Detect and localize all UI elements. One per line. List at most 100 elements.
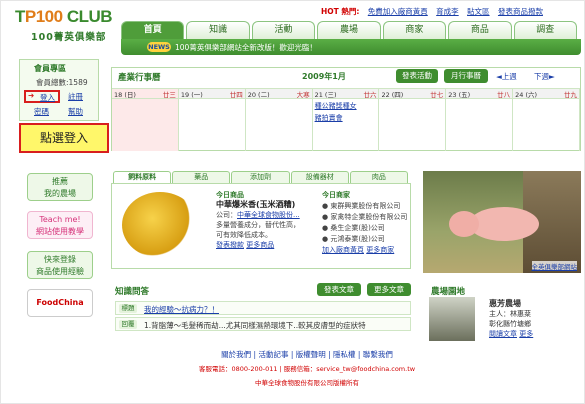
calendar-day: 18 (日) 廿三 — [112, 89, 179, 99]
company-label: 公司： — [216, 211, 237, 219]
banner-line: 網站使用教學 — [36, 227, 84, 236]
join-vendor-link[interactable]: 加入廠商黃頁 — [322, 246, 364, 254]
top-link-incubator[interactable]: 育成李 — [436, 7, 459, 16]
post-payment-link[interactable]: 發表撥款 — [216, 241, 244, 249]
more-products-link[interactable]: 更多商品 — [246, 241, 274, 249]
forgot-password-link[interactable]: 密碼 — [34, 106, 49, 117]
banner-line: 商品使用經驗 — [36, 267, 84, 276]
qa-question-link[interactable]: 我的經驗～抗病力？！ — [144, 304, 219, 315]
tab-meat[interactable]: 肉品 — [349, 171, 409, 183]
member-row-1: ➜ 登入 註冊 — [24, 90, 100, 103]
qa-question-row: 標題 我的經驗～抗病力？！ — [115, 301, 411, 315]
today-vendors: 今日商家 ● 東群興業股份有限公司 ● 家禽特企業股份有限公司 ● 桑生企業(股… — [322, 190, 410, 256]
register-link[interactable]: 註冊 — [68, 91, 83, 102]
vendor-item[interactable]: ● 桑生企業(股)公司 — [322, 223, 410, 234]
next-week-link[interactable]: 下週► — [534, 71, 555, 82]
site-logo[interactable]: TP100 CLUB 100菁英俱樂部 — [15, 7, 115, 45]
calendar-day: 24 (六) 廿九 — [513, 89, 581, 99]
banner-recommend-farm[interactable]: 推薦 我的農場 — [27, 173, 93, 201]
tab-farms[interactable]: 農場 — [317, 21, 381, 39]
banner-line: 我的農場 — [44, 189, 76, 198]
qa-title: 知識問答 — [115, 287, 150, 297]
tab-events[interactable]: 活動 — [251, 21, 316, 39]
news-bar: NEWS 100菁英俱樂部網站全新改版！歡迎光臨！ — [121, 39, 581, 55]
top-link-join[interactable]: 免費加入廠商黃頁 — [368, 7, 428, 16]
calendar-days: 18 (日) 廿三 19 (一) 廿四 20 (二) 大寒 21 (三) 廿六 22 (… — [112, 88, 581, 99]
top-link-post-product[interactable]: 發表商品撥款 — [498, 7, 543, 16]
calendar-event-link[interactable]: 種公豬獎種女 — [315, 101, 379, 111]
product-category-tabs: 飼料原料 藥品 添加劑 設備器材 肉品 — [113, 171, 409, 183]
arrow-right-icon: ➜ — [28, 91, 35, 100]
news-badge: NEWS — [147, 42, 171, 52]
member-row-2: 密碼 幫助 — [24, 106, 100, 118]
calendar-cell — [379, 99, 447, 151]
tab-additives[interactable]: 添加劑 — [231, 171, 290, 183]
footer-links[interactable]: 關於我們 | 活動記事 | 版權聲明 | 隱私權 | 聯繫我們 — [197, 349, 417, 360]
today-vendor-label: 今日商家 — [322, 191, 350, 199]
calendar-month: 2009年1月 — [302, 72, 346, 81]
banner-line: Teach me! — [39, 215, 81, 224]
calendar-cell — [112, 99, 179, 151]
read-article-link[interactable]: 閱讀文章 — [489, 330, 517, 338]
knowledge-qa: 知識問答 發表文章 更多文章 標題 我的經驗～抗病力？！ 回覆 1.背脂薄～毛髮… — [111, 283, 411, 333]
tab-home[interactable]: 首頁 — [121, 21, 185, 39]
login-button[interactable]: ➜ 登入 — [24, 90, 60, 103]
logo-subtitle: 100菁英俱樂部 — [31, 32, 107, 43]
product-company-row: 公司：中華全球食物股份... — [216, 210, 316, 220]
month-calendar-button[interactable]: 月行事曆 — [444, 69, 488, 83]
banner-teach-me[interactable]: Teach me! 網站使用教學 — [27, 211, 93, 239]
product-panel: 今日商品 中華爆米香(玉米酒糟) 公司：中華全球食物股份... 多量營養成分，替… — [111, 183, 411, 269]
vendor-item[interactable]: ● 東群興業股份有限公司 — [322, 201, 410, 212]
calendar-cell: 種公豬獎種女 豬拍賣會 — [313, 99, 380, 151]
tab-vendors[interactable]: 商家 — [382, 21, 447, 39]
news-text[interactable]: 100菁英俱樂部網站全新改版！歡迎光臨！ — [175, 42, 317, 53]
tab-knowledge[interactable]: 知識 — [186, 21, 250, 39]
pig-photo[interactable]: 全英俱樂部網站 — [423, 171, 581, 273]
qa-reply-text: 1.背脂薄～毛髮稀而劫...尤其同樣濕熱環境下..較其皮膚型的症狀特 — [144, 321, 366, 330]
calendar-cell — [513, 99, 581, 151]
farm-photo[interactable] — [429, 297, 475, 341]
tab-medicine[interactable]: 藥品 — [172, 171, 231, 183]
post-event-button[interactable]: 發表活動 — [396, 69, 438, 83]
photo-credit-link[interactable]: 全英俱樂部網站 — [531, 261, 577, 271]
page: TP100 CLUB 100菁英俱樂部 HOT 熱門: 免費加入廠商黃頁 育成李… — [0, 0, 585, 404]
tab-products[interactable]: 商品 — [448, 21, 512, 39]
prev-week-link[interactable]: ◄上週 — [496, 71, 517, 82]
more-farms-link[interactable]: 更多 — [519, 330, 533, 338]
today-product-label: 今日商品 — [216, 191, 244, 199]
calendar-title: 產業行事曆 — [118, 73, 161, 83]
calendar-cell — [179, 99, 246, 151]
product-name[interactable]: 中華爆米香(玉米酒糟) — [216, 200, 316, 210]
product-company-link[interactable]: 中華全球食物股份... — [237, 211, 300, 219]
tab-feed[interactable]: 飼料原料 — [113, 171, 172, 183]
calendar-cell — [246, 99, 313, 151]
tab-equipment[interactable]: 設備器材 — [290, 171, 349, 183]
member-count: 會員總數:1589 — [36, 78, 88, 87]
product-desc: 多量營養成分，替代性高， — [216, 221, 300, 229]
calendar-day: 20 (二) 大寒 — [245, 89, 313, 99]
product-desc: 可有效降低成本。 — [216, 231, 272, 239]
post-article-button[interactable]: 發表文章 — [317, 283, 361, 296]
product-image[interactable] — [122, 192, 198, 258]
banner-foodchina[interactable]: FoodChina — [27, 289, 93, 317]
qa-tag: 回覆 — [119, 320, 137, 329]
calendar-event-link[interactable]: 豬拍賣會 — [315, 113, 379, 123]
tab-survey[interactable]: 調查 — [513, 21, 577, 39]
calendar-day: 23 (五) 廿八 — [446, 89, 514, 99]
today-product: 今日商品 中華爆米香(玉米酒糟) 公司：中華全球食物股份... 多量營養成分，替… — [216, 190, 316, 250]
vendor-item[interactable]: ● 家禽特企業股份有限公司 — [322, 212, 410, 223]
calendar-cell — [446, 99, 514, 151]
main-nav-tabs: 首頁 知識 活動 農場 商家 商品 調查 — [121, 21, 579, 39]
help-link[interactable]: 幫助 — [68, 106, 83, 117]
qa-tag: 標題 — [119, 304, 137, 313]
industry-calendar: 產業行事曆 2009年1月 發表活動 月行事曆 ◄上週 下週► 18 (日) 廿三… — [111, 67, 581, 151]
member-area-title: 會員專區 — [34, 64, 66, 73]
vendor-item[interactable]: ● 元鴻泰業(股)公司 — [322, 234, 410, 245]
more-articles-button[interactable]: 更多文章 — [367, 283, 411, 296]
banner-line: 推薦 — [52, 177, 68, 186]
banner-product-experience[interactable]: 快來登錄 商品使用經驗 — [27, 251, 93, 279]
login-label: 登入 — [40, 93, 55, 102]
more-vendors-link[interactable]: 更多商家 — [366, 246, 394, 254]
farm-title: 農場園地 — [431, 287, 466, 297]
top-link-posts[interactable]: 貼文區 — [467, 7, 490, 16]
